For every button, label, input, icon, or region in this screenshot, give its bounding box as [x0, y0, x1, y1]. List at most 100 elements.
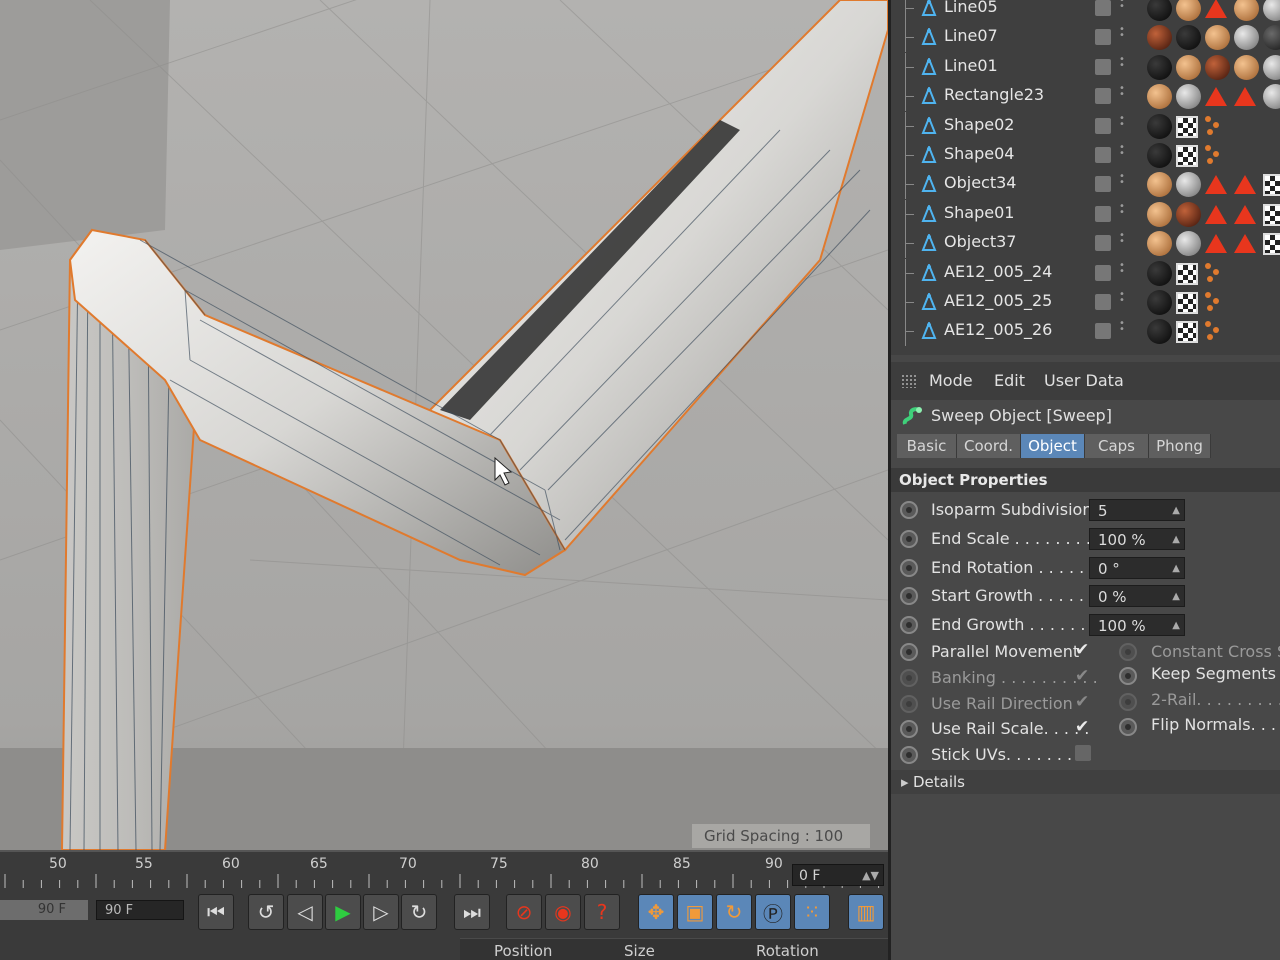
- object-row[interactable]: Line05 • •: [891, 0, 1280, 23]
- layer-visibility-icon[interactable]: [1095, 117, 1111, 134]
- layer-visibility-icon[interactable]: [1095, 294, 1111, 310]
- texture-tag-icon[interactable]: [1263, 174, 1280, 197]
- animate-radio-icon[interactable]: [900, 530, 918, 548]
- object-name[interactable]: Shape02: [944, 115, 1014, 134]
- animate-radio-icon[interactable]: [1119, 693, 1137, 711]
- grip-icon[interactable]: [901, 374, 917, 388]
- editor-render-dots-icon[interactable]: • •: [1119, 143, 1125, 165]
- end-rotation-field[interactable]: 0 ° ▲: [1089, 557, 1185, 579]
- material-tag-icon[interactable]: [1147, 0, 1172, 21]
- layer-visibility-icon[interactable]: [1095, 264, 1111, 281]
- object-row[interactable]: Shape04 • •: [891, 141, 1280, 170]
- spin-arrows-icon[interactable]: ▲: [1172, 500, 1180, 522]
- selection-tag-icon[interactable]: [1205, 290, 1227, 315]
- tab-coord[interactable]: Coord.: [957, 434, 1021, 458]
- next-key-icon[interactable]: ▷: [363, 894, 399, 930]
- move-icon[interactable]: ✥: [638, 894, 674, 930]
- object-name[interactable]: AE12_005_26: [944, 320, 1052, 339]
- object-name[interactable]: AE12_005_24: [944, 262, 1052, 281]
- rotate-icon[interactable]: ↻: [716, 894, 752, 930]
- animate-radio-icon[interactable]: [900, 587, 918, 605]
- range-start-field[interactable]: 90 F: [0, 900, 88, 920]
- material-tag-icon[interactable]: [1147, 113, 1172, 139]
- warning-tag-icon[interactable]: [1205, 234, 1227, 254]
- param-icon[interactable]: Ⓟ: [755, 894, 791, 930]
- tab-phong[interactable]: Phong: [1149, 434, 1211, 458]
- object-row[interactable]: Shape02 • •: [891, 111, 1280, 141]
- material-tag-icon[interactable]: [1234, 25, 1259, 51]
- end-scale-field[interactable]: 100 % ▲: [1089, 528, 1185, 550]
- prev-key-icon[interactable]: ◁: [287, 894, 323, 930]
- layer-visibility-icon[interactable]: [1095, 58, 1111, 75]
- material-tag-icon[interactable]: [1263, 0, 1280, 21]
- spin-arrows-icon[interactable]: ▲: [1172, 586, 1180, 608]
- end-growth-field[interactable]: 100 % ▲: [1089, 614, 1185, 636]
- object-name[interactable]: AE12_005_25: [944, 291, 1052, 310]
- object-row[interactable]: Line07 • •: [891, 23, 1280, 53]
- animate-radio-icon[interactable]: [900, 695, 918, 713]
- spin-arrows-icon[interactable]: ▲: [1172, 558, 1180, 580]
- editor-render-dots-icon[interactable]: • •: [1119, 260, 1125, 283]
- editor-render-dots-icon[interactable]: • •: [1119, 25, 1125, 47]
- current-frame-field[interactable]: 0 F ▲▼: [792, 864, 884, 886]
- menu-edit[interactable]: Edit: [994, 371, 1025, 390]
- selection-tag-icon[interactable]: [1205, 143, 1227, 168]
- material-tag-icon[interactable]: [1176, 54, 1201, 80]
- layer-visibility-icon[interactable]: [1095, 88, 1111, 105]
- animate-radio-icon[interactable]: [900, 669, 918, 687]
- material-tag-icon[interactable]: [1234, 54, 1259, 80]
- material-tag-icon[interactable]: [1205, 25, 1230, 51]
- menu-user-data[interactable]: User Data: [1044, 371, 1124, 390]
- banking-checkbox[interactable]: ✔: [1075, 668, 1091, 685]
- editor-render-dots-icon[interactable]: • •: [1119, 172, 1125, 194]
- object-manager[interactable]: Line05 • • Line07 • • Line01 • • Rectangle23 • • Sha…: [891, 0, 1280, 355]
- selection-tag-icon[interactable]: [1205, 114, 1227, 139]
- layer-visibility-icon[interactable]: [1095, 147, 1111, 163]
- texture-tag-icon[interactable]: [1263, 233, 1280, 256]
- object-name[interactable]: Rectangle23: [944, 85, 1044, 104]
- editor-render-dots-icon[interactable]: • •: [1119, 0, 1125, 18]
- material-tag-icon[interactable]: [1205, 54, 1230, 80]
- object-name[interactable]: Line05: [944, 0, 998, 16]
- material-tag-icon[interactable]: [1147, 201, 1172, 227]
- use-rail-scale-checkbox[interactable]: ✔: [1075, 719, 1091, 736]
- animate-radio-icon[interactable]: [1119, 718, 1137, 736]
- material-tag-icon[interactable]: [1176, 172, 1201, 198]
- warning-tag-icon[interactable]: [1234, 204, 1256, 224]
- go-to-end-icon[interactable]: ⏭: [454, 894, 490, 930]
- texture-tag-icon[interactable]: [1176, 262, 1198, 285]
- material-tag-icon[interactable]: [1147, 231, 1172, 257]
- editor-render-dots-icon[interactable]: • •: [1119, 84, 1125, 106]
- spin-arrows-icon[interactable]: ▲: [1172, 615, 1180, 637]
- object-name[interactable]: Line01: [944, 56, 998, 75]
- animate-radio-icon[interactable]: [900, 559, 918, 577]
- parallel-movement-checkbox[interactable]: ✔: [1075, 642, 1091, 659]
- tab-caps[interactable]: Caps: [1085, 434, 1149, 458]
- object-row[interactable]: AE12_005_24 • •: [891, 258, 1280, 288]
- warning-tag-icon[interactable]: [1205, 87, 1227, 107]
- material-tag-icon[interactable]: [1176, 0, 1201, 21]
- object-name[interactable]: Object34: [944, 173, 1016, 192]
- editor-render-dots-icon[interactable]: • •: [1119, 290, 1125, 312]
- material-tag-icon[interactable]: [1263, 54, 1280, 80]
- record-keys-icon[interactable]: ⊘: [506, 894, 542, 930]
- spin-arrows-icon[interactable]: ▲: [1172, 529, 1180, 551]
- details-group-toggle[interactable]: Details: [891, 770, 1280, 794]
- material-tag-icon[interactable]: [1147, 143, 1172, 168]
- warning-tag-icon[interactable]: [1205, 175, 1227, 195]
- layer-visibility-icon[interactable]: [1095, 205, 1111, 222]
- material-tag-icon[interactable]: [1176, 231, 1201, 257]
- material-tag-icon[interactable]: [1263, 84, 1280, 110]
- key-help-icon[interactable]: ?: [584, 894, 620, 930]
- spin-arrows-icon[interactable]: ▲▼: [862, 865, 879, 887]
- range-end-field[interactable]: 90 F: [96, 900, 184, 920]
- warning-tag-icon[interactable]: [1234, 234, 1256, 254]
- object-name[interactable]: Object37: [944, 232, 1016, 251]
- texture-tag-icon[interactable]: [1176, 115, 1198, 138]
- isoparm-subdivision-field[interactable]: 5 ▲: [1089, 499, 1185, 521]
- layer-visibility-icon[interactable]: [1095, 29, 1111, 46]
- viewport-3d[interactable]: Grid Spacing : 100 cm: [0, 0, 888, 850]
- texture-tag-icon[interactable]: [1263, 203, 1280, 226]
- layer-visibility-icon[interactable]: [1095, 323, 1111, 340]
- selection-tag-icon[interactable]: [1205, 261, 1227, 286]
